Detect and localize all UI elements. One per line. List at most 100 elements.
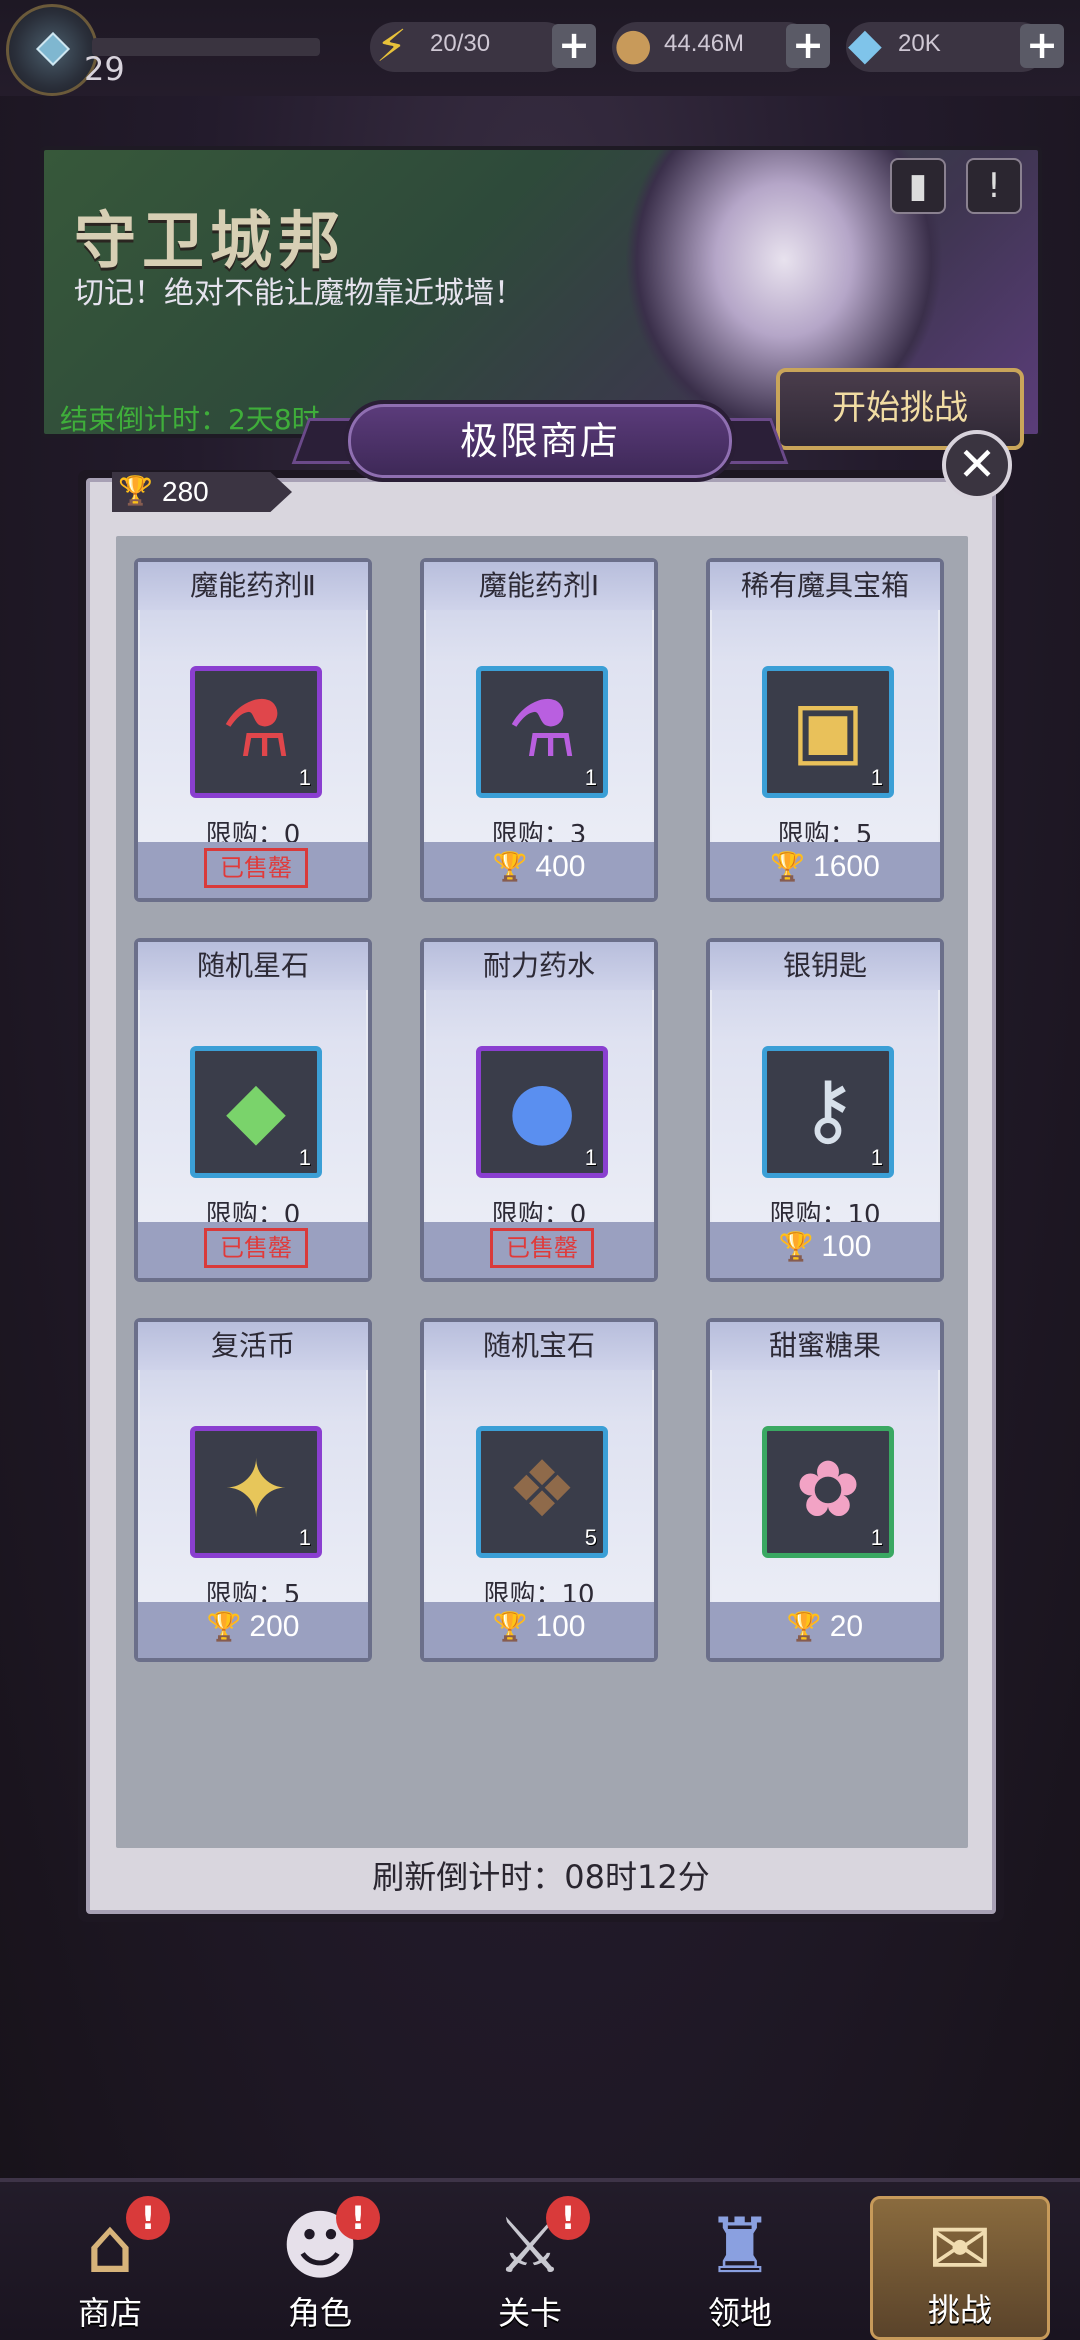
soldout-stamp: 已售罄 — [490, 1228, 594, 1268]
item-slot: ⚗ 1 — [476, 666, 608, 798]
event-title: 守卫城邦 — [74, 204, 347, 277]
trophy-icon: 🏆 — [492, 851, 528, 882]
item-name: 魔能药剂Ⅱ — [138, 562, 368, 610]
resource-bar: 29 ⚡ 20/30 + ● 44.46M + ◆ 20K + — [0, 0, 1080, 96]
item-qty: 1 — [298, 1525, 311, 1550]
shop-card[interactable]: 银钥匙 ⚷ 1 限购：10 🏆 100 — [706, 938, 944, 1282]
alert-badge: ! — [546, 2196, 590, 2240]
trophy-icon: 🏆 — [786, 1611, 822, 1642]
diamond-icon: ◆ — [848, 19, 882, 70]
trophy-icon: 🏆 — [118, 474, 153, 507]
lightning-icon: ⚡ — [376, 21, 407, 72]
card-footer: 🏆 1600 — [710, 842, 940, 898]
item-price[interactable]: 🏆 20 — [710, 1610, 940, 1644]
item-qty: 1 — [298, 1145, 311, 1170]
shop-card[interactable]: 甜蜜糖果 ✿ 1 🏆 20 — [706, 1318, 944, 1662]
item-qty: 1 — [870, 1145, 883, 1170]
item-slot: ⚷ 1 — [762, 1046, 894, 1178]
item-qty: 5 — [584, 1525, 597, 1550]
shop-card[interactable]: 耐力药水 ● 1 限购：0 已售罄 — [420, 938, 658, 1282]
item-name: 随机宝石 — [424, 1322, 654, 1370]
shop-card[interactable]: 随机星石 ◆ 1 限购：0 已售罄 — [134, 938, 372, 1282]
diamond-value: 20K — [898, 30, 941, 57]
add-gold-button[interactable]: + — [786, 24, 830, 68]
item-name: 复活币 — [138, 1322, 368, 1370]
item-name: 银钥匙 — [710, 942, 940, 990]
item-qty: 1 — [870, 765, 883, 790]
item-price[interactable]: 🏆 400 — [424, 850, 654, 884]
card-footer: 🏆 20 — [710, 1602, 940, 1658]
item-slot: ▣ 1 — [762, 666, 894, 798]
item-price-value: 400 — [535, 850, 586, 883]
bottom-nav: ⌂ ! 商店 ☻ ! 角色 ⚔ ! 关卡 ♜ 领地 ✉ 挑战 — [0, 2178, 1080, 2340]
soldout-stamp: 已售罄 — [204, 848, 308, 888]
challenge-scroll-icon: ✉ — [928, 2204, 992, 2293]
item-qty: 1 — [584, 1145, 597, 1170]
item-slot: ● 1 — [476, 1046, 608, 1178]
item-name: 随机星石 — [138, 942, 368, 990]
card-footer: 已售罄 — [138, 842, 368, 898]
nav-label: 关卡 — [497, 2294, 562, 2332]
shop-card[interactable]: 复活币 ✦ 1 限购：5 🏆 200 — [134, 1318, 372, 1662]
card-footer: 🏆 100 — [710, 1222, 940, 1278]
item-price[interactable]: 🏆 1600 — [710, 850, 940, 884]
nav-shop[interactable]: ⌂ ! 商店 — [20, 2196, 200, 2340]
alert-badge: ! — [336, 2196, 380, 2240]
item-price-value: 100 — [821, 1230, 872, 1263]
nav-label: 角色 — [287, 2294, 352, 2332]
nav-stage[interactable]: ⚔ ! 关卡 — [440, 2196, 620, 2340]
trophy-icon: 🏆 — [778, 1231, 814, 1262]
item-qty: 1 — [298, 765, 311, 790]
item-price-value: 100 — [535, 1610, 586, 1643]
alert-badge: ! — [126, 2196, 170, 2240]
shop-stall-icon: ⌂ — [85, 2201, 135, 2290]
crossed-swords-icon: ⚔ — [495, 2201, 565, 2290]
card-footer: 已售罄 — [424, 1222, 654, 1278]
nav-label: 挑战 — [927, 2291, 992, 2329]
shop-title-plate: 极限商店 — [344, 400, 736, 482]
refresh-countdown: 刷新倒计时：08时12分 — [372, 1858, 710, 1896]
shop-card[interactable]: 稀有魔具宝箱 ▣ 1 限购：5 🏆 1600 — [706, 558, 944, 902]
shop-card[interactable]: 魔能药剂Ⅰ ⚗ 1 限购：3 🏆 400 — [420, 558, 658, 902]
item-qty: 1 — [584, 765, 597, 790]
item-price-value: 20 — [829, 1610, 864, 1643]
event-subtitle: 切记！绝对不能让魔物靠近城墙！ — [74, 276, 524, 311]
close-button[interactable]: ✕ — [942, 430, 1012, 500]
ranking-icon[interactable]: ▮ — [890, 158, 946, 214]
item-price[interactable]: 🏆 100 — [424, 1610, 654, 1644]
nav-territory[interactable]: ♜ 领地 — [650, 2196, 830, 2340]
info-icon[interactable]: ! — [966, 158, 1022, 214]
item-slot: ❖ 5 — [476, 1426, 608, 1558]
item-name: 魔能药剂Ⅰ — [424, 562, 654, 610]
xp-bar — [92, 38, 320, 56]
item-price-value: 1600 — [813, 850, 880, 883]
item-price-value: 200 — [249, 1610, 300, 1643]
card-footer: 🏆 100 — [424, 1602, 654, 1658]
character-portrait-icon: ☻ — [280, 2201, 360, 2290]
card-footer: 已售罄 — [138, 1222, 368, 1278]
item-slot: ✿ 1 — [762, 1426, 894, 1558]
nav-challenge[interactable]: ✉ 挑战 — [870, 2196, 1050, 2340]
trophy-icon: 🏆 — [770, 851, 806, 882]
trophy-icon: 🏆 — [492, 1611, 528, 1642]
nav-label: 领地 — [707, 2294, 772, 2332]
nav-label: 商店 — [77, 2294, 142, 2332]
energy-value: 20/30 — [430, 30, 491, 57]
item-slot: ✦ 1 — [190, 1426, 322, 1558]
card-footer: 🏆 200 — [138, 1602, 368, 1658]
shop-card[interactable]: 魔能药剂Ⅱ ⚗ 1 限购：0 已售罄 — [134, 558, 372, 902]
energy-counter: ⚡ 20/30 — [370, 22, 570, 72]
soldout-stamp: 已售罄 — [204, 1228, 308, 1268]
player-level: 29 — [84, 50, 125, 88]
coin-icon: ● — [614, 19, 653, 70]
shop-card[interactable]: 随机宝石 ❖ 5 限购：10 🏆 100 — [420, 1318, 658, 1662]
nav-character[interactable]: ☻ ! 角色 — [230, 2196, 410, 2340]
item-slot: ⚗ 1 — [190, 666, 322, 798]
add-energy-button[interactable]: + — [552, 24, 596, 68]
add-diamond-button[interactable]: + — [1020, 24, 1064, 68]
item-slot: ◆ 1 — [190, 1046, 322, 1178]
item-price[interactable]: 🏆 100 — [710, 1230, 940, 1264]
item-price[interactable]: 🏆 200 — [138, 1610, 368, 1644]
castle-icon: ♜ — [705, 2201, 775, 2290]
shop-title: 极限商店 — [459, 419, 620, 463]
